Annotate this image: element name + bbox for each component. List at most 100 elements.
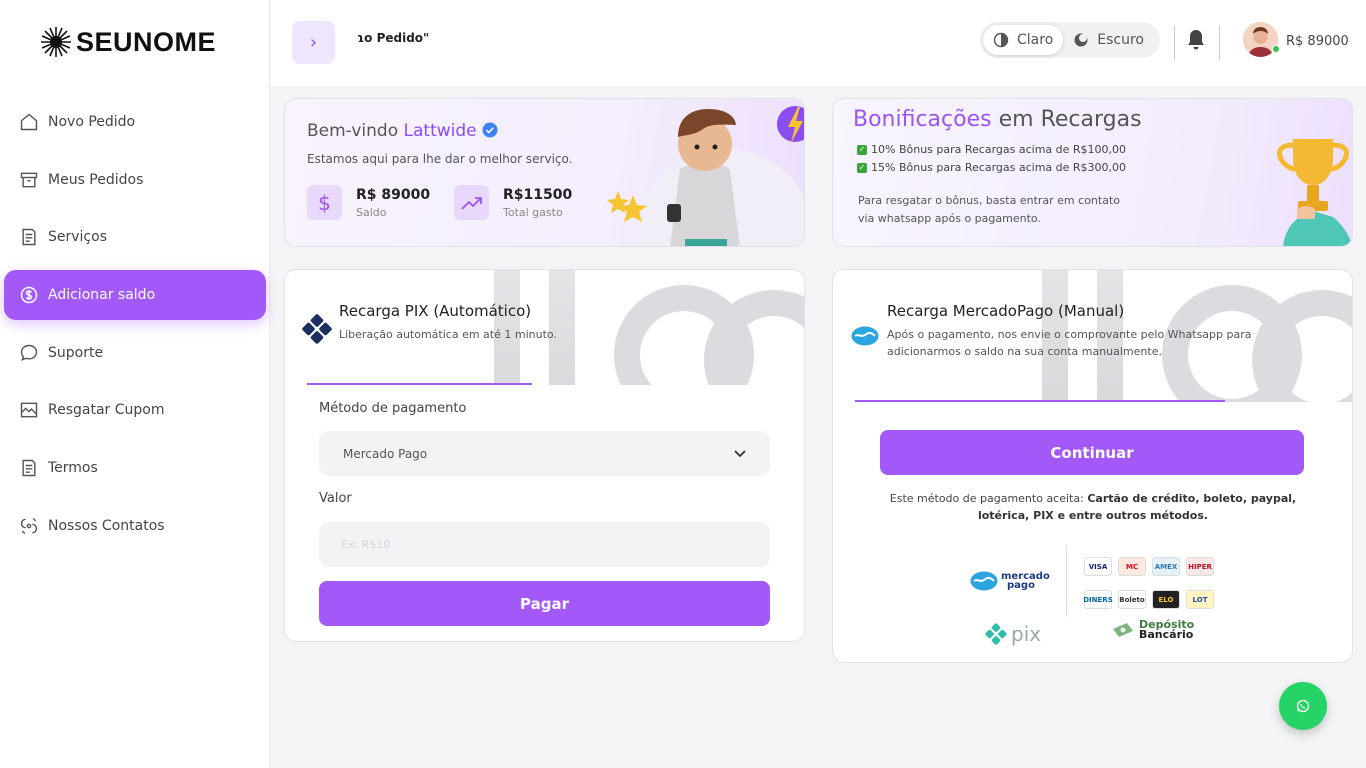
welcome-greeting: Bem-vindo <box>307 121 399 141</box>
bonus-note: Para resgatar o bônus, basta entrar em c… <box>858 194 1120 225</box>
theme-light-option[interactable]: Claro <box>983 25 1064 55</box>
breadcrumb: ɿo Pedido" <box>357 31 430 45</box>
pay-button[interactable]: Pagar <box>319 581 770 626</box>
handshake-icon <box>851 326 879 346</box>
payment-method-label: Método de pagamento <box>319 401 467 416</box>
verified-badge-icon <box>482 122 498 138</box>
sidebar-item-novo-pedido[interactable]: Novo Pedido <box>4 97 266 147</box>
diners-card-icon: DINERS <box>1083 590 1113 609</box>
sidebar-item-label: Serviços <box>48 229 107 246</box>
header-balance: R$ 89000 <box>1286 34 1349 49</box>
sidebar-item-label: Resgatar Cupom <box>48 402 165 419</box>
document-list-icon <box>18 457 40 479</box>
moon-icon <box>1074 33 1088 47</box>
elo-card-icon: ELO <box>1152 590 1180 609</box>
archive-icon <box>18 169 40 191</box>
mastercard-card-icon: MC <box>1118 557 1146 576</box>
sidebar-item-resgatar-cupom[interactable]: Resgatar Cupom <box>4 385 266 435</box>
welcome-card: Bem-vindo Lattwide Estamos aqui para lhe… <box>284 98 805 247</box>
bonus-line: ✓ 15% Bônus para Recargas acima de R$300… <box>857 161 1126 174</box>
sidebar-item-suporte[interactable]: Suporte <box>4 328 266 378</box>
pix-logo-icon <box>302 314 332 344</box>
brand-logo[interactable]: SEUNOME <box>40 26 216 58</box>
sidebar-item-label: Novo Pedido <box>48 114 136 130</box>
loterica-card-icon: LOT <box>1186 590 1214 609</box>
bonus-line-text: 10% Bônus para Recargas acima de R$100,0… <box>871 143 1127 156</box>
chevron-right-icon: › <box>309 32 318 53</box>
mercadopago-logo: mercado pago <box>970 571 1050 591</box>
document-list-icon <box>18 226 40 248</box>
payment-method-value: Mercado Pago <box>343 446 428 461</box>
sidebar-item-termos[interactable]: Termos <box>4 443 266 493</box>
boleto-card-icon: Boleto <box>1118 590 1146 609</box>
sidebar-item-label: Suporte <box>48 344 104 361</box>
payment-method-select[interactable]: Mercado Pago <box>319 431 770 476</box>
mp-card-description: Após o pagamento, nos envie o comprovant… <box>887 328 1252 358</box>
trending-up-icon <box>454 185 489 220</box>
sidebar-item-servicos[interactable]: Serviços <box>4 212 266 262</box>
deposito-bancario-logo: Depósito Bancário <box>1111 619 1194 641</box>
balance-stat: $ R$ 89000 Saldo <box>307 185 430 220</box>
dollar-circle-icon <box>18 284 40 306</box>
whatsapp-button[interactable] <box>1279 682 1327 730</box>
logo-text: pago <box>1007 580 1035 591</box>
cash-icon <box>1113 623 1133 637</box>
mercadopago-recharge-card: Recarga MercadoPago (Manual) Após o paga… <box>832 269 1353 663</box>
chat-bubble-icon <box>18 342 40 364</box>
card-brands-grid: VISA MC AMEX HIPER DINERS Boleto ELO LOT <box>1083 557 1214 609</box>
sidebar-item-label: Adicionar saldo <box>48 287 156 304</box>
character-illustration <box>607 106 804 246</box>
sidebar-item-nossos-contatos[interactable]: Nossos Contatos <box>4 501 266 551</box>
sidebar-item-label: Termos <box>48 460 98 477</box>
contacts-icon <box>18 515 40 537</box>
pix-brand-logo: pix <box>985 622 1041 646</box>
accepts-prefix: Este método de pagamento aceita: <box>889 492 1084 505</box>
sidebar-nav: Novo Pedido Meus Pedidos Serviços Adicio… <box>4 97 266 559</box>
bonus-title-highlight: Bonificações <box>853 107 992 132</box>
sidebar-item-adicionar-saldo[interactable]: Adicionar saldo <box>4 270 266 321</box>
bonus-card: Bonificações em Recargas ✓ 10% Bônus par… <box>832 98 1353 247</box>
continue-button[interactable]: Continuar <box>880 430 1304 475</box>
half-moon-icon <box>993 32 1009 48</box>
checkbox-checked-icon: ✓ <box>857 162 867 173</box>
theme-light-label: Claro <box>1017 32 1054 48</box>
bonus-title: Bonificações em Recargas <box>853 107 1142 132</box>
welcome-subtitle: Estamos aqui para lhe dar o melhor servi… <box>307 152 573 166</box>
whatsapp-icon <box>1296 699 1310 713</box>
hipercard-card-icon: HIPER <box>1186 557 1214 576</box>
bonus-line-text: 15% Bônus para Recargas acima de R$300,0… <box>871 161 1127 174</box>
pix-diamond-icon <box>985 623 1007 645</box>
welcome-title: Bem-vindo Lattwide <box>307 121 498 141</box>
theme-dark-label: Escuro <box>1097 32 1144 48</box>
bonus-line: ✓ 10% Bônus para Recargas acima de R$100… <box>857 143 1126 156</box>
sidebar-item-meus-pedidos[interactable]: Meus Pedidos <box>4 155 266 205</box>
divider <box>1066 545 1067 617</box>
spent-stat: R$11500 Total gasto <box>454 185 572 220</box>
notification-bell-icon[interactable] <box>1186 29 1206 55</box>
tab-underline <box>855 400 1225 402</box>
balance-value: R$ 89000 <box>356 186 431 203</box>
balance-label: Saldo <box>356 205 387 219</box>
home-icon <box>18 111 40 133</box>
welcome-username: Lattwide <box>403 121 477 141</box>
theme-switch[interactable]: Claro Escuro <box>980 22 1160 58</box>
checkbox-checked-icon: ✓ <box>857 144 867 155</box>
sidebar-item-label: Nossos Contatos <box>48 517 165 534</box>
value-input[interactable] <box>319 522 770 567</box>
spent-value: R$11500 <box>503 186 573 203</box>
handshake-icon <box>970 571 998 591</box>
mp-card-title: Recarga MercadoPago (Manual) <box>887 302 1125 320</box>
sunburst-logo-icon <box>41 27 71 57</box>
amex-card-icon: AMEX <box>1152 557 1180 576</box>
pix-card-description: Liberação automática em até 1 minuto. <box>339 328 557 341</box>
pix-card-title: Recarga PIX (Automático) <box>339 302 532 320</box>
logo-text: Bancário <box>1139 628 1194 641</box>
sidebar: SEUNOME Novo Pedido Meus Pedidos Serviço… <box>0 0 270 768</box>
accepted-methods-text: Este método de pagamento aceita: Cartão … <box>863 490 1323 524</box>
visa-card-icon: VISA <box>1084 557 1112 576</box>
dollar-icon: $ <box>307 185 342 220</box>
bonus-title-rest: em Recargas <box>998 107 1142 132</box>
sidebar-toggle-button[interactable]: › <box>292 21 335 64</box>
tab-underline <box>307 383 532 385</box>
theme-dark-option[interactable]: Escuro <box>1063 25 1154 55</box>
